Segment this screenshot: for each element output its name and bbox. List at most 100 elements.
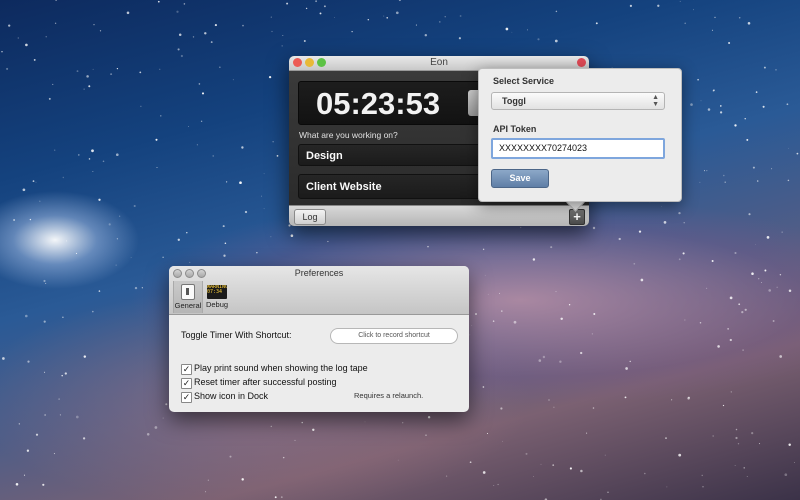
star: [427, 245, 429, 248]
service-popover: Select Service Toggl ▲ ▼ API Token XXXXXX…: [478, 68, 682, 202]
star: [141, 287, 143, 289]
star: [730, 391, 732, 393]
option-label: Reset timer after successful posting: [194, 377, 337, 387]
tab-debug[interactable]: WARNING 07:34 Debug: [203, 282, 231, 309]
star: [29, 218, 32, 221]
checkbox[interactable]: ✓: [181, 378, 192, 389]
star: [682, 252, 685, 255]
option-label: Play print sound when showing the log ta…: [194, 363, 368, 373]
preferences-toolbar: Preferences General WARNING 07:34 Debug: [169, 266, 469, 315]
star: [661, 205, 662, 207]
log-button[interactable]: Log: [294, 209, 326, 225]
star: [744, 308, 747, 311]
star: [552, 464, 555, 466]
star: [469, 334, 471, 336]
star: [748, 213, 751, 216]
star: [312, 428, 315, 431]
star: [746, 138, 749, 141]
star: [425, 434, 427, 436]
star: [62, 316, 64, 318]
star: [383, 15, 385, 17]
star: [538, 359, 542, 362]
star: [26, 449, 30, 452]
star: [260, 195, 262, 197]
star: [58, 398, 60, 400]
option-reset-timer[interactable]: ✓ Reset timer after successful posting: [181, 377, 337, 389]
tab-general[interactable]: General: [173, 281, 203, 313]
service-select[interactable]: Toggl ▲ ▼: [491, 92, 665, 110]
star: [492, 320, 495, 322]
star: [722, 404, 725, 407]
star: [78, 154, 80, 156]
star: [102, 160, 105, 163]
checkbox[interactable]: ✓: [181, 364, 192, 375]
star: [786, 103, 789, 106]
star: [282, 456, 285, 459]
star: [751, 432, 754, 435]
star: [497, 483, 499, 486]
star: [482, 471, 486, 474]
star: [82, 437, 86, 440]
star: [270, 16, 272, 18]
star: [39, 200, 41, 202]
star: [91, 149, 94, 153]
star: [256, 252, 258, 254]
star: [555, 291, 557, 293]
save-button[interactable]: Save: [491, 169, 549, 188]
preferences-title: Preferences: [294, 268, 344, 278]
star: [43, 320, 46, 323]
star: [86, 75, 89, 78]
star: [445, 475, 448, 477]
star: [334, 17, 335, 18]
star: [738, 303, 741, 306]
api-token-label: API Token: [493, 124, 537, 134]
star: [398, 0, 401, 2]
star: [192, 36, 195, 38]
star: [742, 349, 744, 351]
star: [282, 34, 284, 37]
star: [683, 222, 685, 224]
star: [784, 473, 788, 477]
star: [684, 22, 686, 25]
star: [498, 292, 501, 294]
star: [178, 33, 182, 37]
star: [35, 181, 37, 183]
star: [569, 467, 572, 470]
star: [305, 7, 308, 10]
star: [699, 322, 702, 324]
star: [61, 374, 63, 377]
option-play-sound[interactable]: ✓ Play print sound when showing the log t…: [181, 363, 368, 375]
star: [183, 3, 186, 5]
star: [687, 396, 690, 399]
shortcut-recorder[interactable]: Click to record shortcut: [330, 328, 458, 344]
star: [666, 486, 668, 488]
star: [186, 231, 188, 234]
general-switch-icon: [181, 284, 195, 300]
star: [724, 181, 726, 183]
checkbox[interactable]: ✓: [181, 392, 192, 403]
star: [115, 153, 119, 157]
star: [98, 290, 101, 292]
star: [303, 39, 306, 43]
star: [156, 167, 158, 169]
star: [756, 180, 759, 182]
option-show-dock-icon[interactable]: ✓ Show icon in Dock: [181, 391, 268, 403]
star: [64, 372, 67, 375]
api-token-input[interactable]: XXXXXXXX70274023: [491, 138, 665, 159]
star: [678, 258, 681, 261]
star: [487, 293, 489, 295]
star: [6, 67, 9, 70]
star: [500, 407, 503, 410]
star: [484, 274, 486, 276]
star: [162, 417, 164, 419]
star: [397, 459, 399, 461]
star: [559, 360, 562, 363]
star: [22, 188, 26, 192]
star: [13, 219, 16, 221]
star: [604, 454, 606, 456]
star: [159, 68, 161, 70]
star: [415, 24, 417, 26]
star: [45, 282, 47, 284]
star: [224, 242, 227, 244]
add-icon[interactable]: +: [569, 209, 585, 225]
